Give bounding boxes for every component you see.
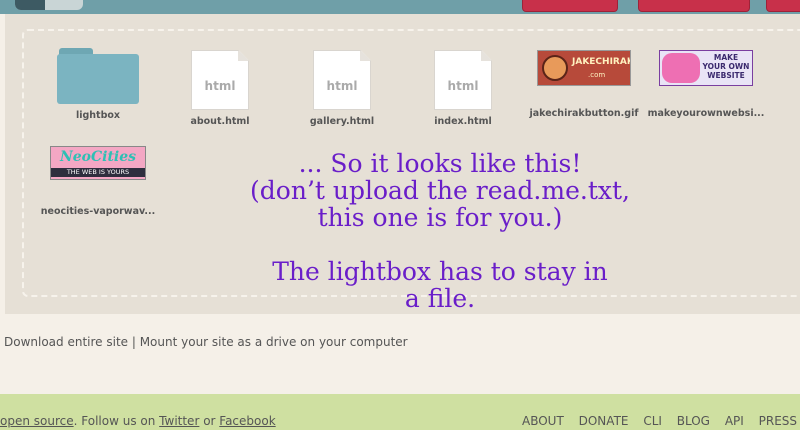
footer-nav-blog[interactable]: BLOG — [677, 414, 710, 428]
file-item-gallery[interactable]: html gallery.html — [282, 50, 402, 127]
annotation-line: (don’t upload the read.me.txt, — [250, 176, 630, 205]
file-item-about[interactable]: html about.html — [160, 50, 280, 127]
footer: open source. Follow us on Twitter or Fac… — [0, 394, 800, 430]
avatar-icon — [542, 55, 568, 81]
separator: | — [128, 335, 140, 349]
mount-drive-link[interactable]: Mount your site as a drive on your compu… — [140, 335, 408, 349]
footer-nav-api[interactable]: API — [725, 414, 744, 428]
file-item-index[interactable]: html index.html — [403, 50, 523, 127]
top-button-1[interactable] — [522, 0, 618, 12]
footer-left: open source. Follow us on Twitter or Fac… — [0, 414, 276, 428]
file-name[interactable]: neocities-vaporwav... — [38, 206, 158, 217]
annotation-line: ... So it looks like this! — [298, 149, 582, 178]
html-file-icon: html — [191, 50, 249, 110]
file-name[interactable]: jakechirakbutton.gif — [524, 108, 644, 119]
folder-icon — [57, 48, 139, 104]
gif-thumbnail: MAKE YOUR OWN WEBSITE — [659, 50, 753, 86]
footer-nav: ABOUT DONATE CLI BLOG API PRESS S — [522, 414, 800, 428]
file-name[interactable]: makeyourownwebsi... — [646, 108, 766, 119]
annotation-overlay: ... So it looks like this! (don’t upload… — [170, 150, 710, 312]
annotation-line: The lightbox has to stay in — [272, 257, 608, 286]
html-file-icon: html — [313, 50, 371, 110]
download-site-link[interactable]: Download entire site — [4, 335, 128, 349]
site-actions: Download entire site | Mount your site a… — [4, 335, 408, 349]
file-item-lightbox[interactable]: lightbox — [38, 48, 158, 121]
file-item-jakechirakbutton[interactable]: JAKECHIRAK .com jakechirakbutton.gif — [524, 50, 644, 119]
footer-text: or — [199, 414, 220, 428]
annotation-spacer — [170, 231, 710, 258]
mascot-icon — [662, 53, 700, 83]
file-item-neocities-vaporwave[interactable]: NeoCities THE WEB IS YOURS neocities-vap… — [38, 146, 158, 217]
html-file-icon: html — [434, 50, 492, 110]
annotation-line: this one is for you.) — [317, 203, 563, 232]
gif-thumbnail: NeoCities THE WEB IS YOURS — [50, 146, 146, 180]
facebook-link[interactable]: Facebook — [219, 414, 275, 428]
file-name[interactable]: lightbox — [38, 110, 158, 121]
file-name[interactable]: gallery.html — [282, 116, 402, 127]
file-name[interactable]: about.html — [160, 116, 280, 127]
top-button-2[interactable] — [638, 0, 750, 12]
footer-text: . Follow us on — [73, 414, 160, 428]
top-bar — [0, 0, 800, 14]
twitter-link[interactable]: Twitter — [159, 414, 199, 428]
gif-thumbnail: JAKECHIRAK .com — [537, 50, 631, 86]
open-source-link[interactable]: open source — [0, 414, 74, 428]
top-tab[interactable] — [15, 0, 83, 10]
file-name[interactable]: index.html — [403, 116, 523, 127]
top-button-3[interactable] — [766, 0, 800, 12]
footer-nav-donate[interactable]: DONATE — [579, 414, 629, 428]
annotation-line: a file. — [404, 284, 476, 313]
file-item-makeyourownwebsite[interactable]: MAKE YOUR OWN WEBSITE makeyourownwebsi..… — [646, 50, 766, 119]
footer-nav-press[interactable]: PRESS — [759, 414, 797, 428]
footer-nav-cli[interactable]: CLI — [643, 414, 662, 428]
footer-nav-about[interactable]: ABOUT — [522, 414, 564, 428]
